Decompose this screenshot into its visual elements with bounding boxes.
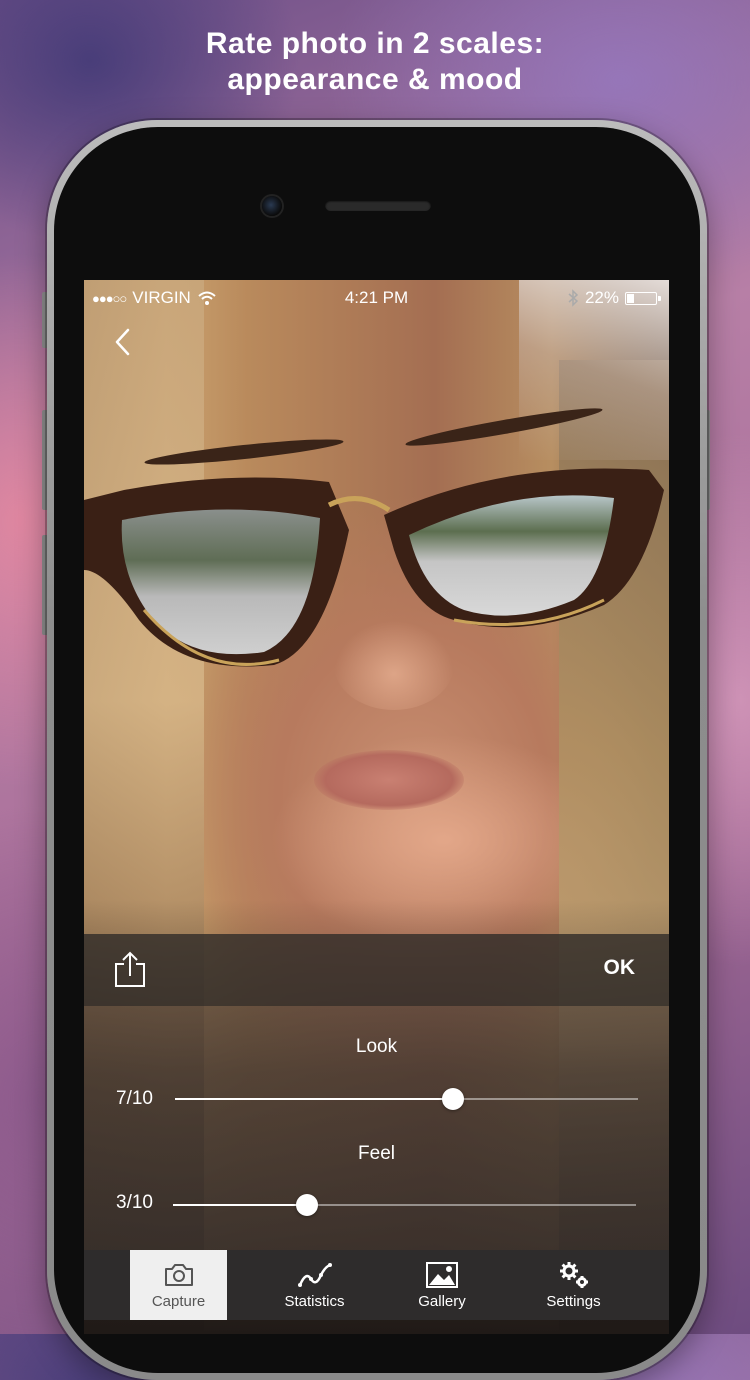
headline-line-1: Rate photo in 2 scales: (205, 27, 545, 60)
tab-capture-label: Capture (151, 1293, 206, 1310)
ok-button[interactable]: OK (604, 956, 636, 980)
chevron-left-icon (115, 328, 130, 356)
back-button[interactable] (108, 324, 138, 360)
photo-action-bar: OK (84, 934, 669, 1006)
share-icon (115, 951, 145, 987)
front-camera (262, 196, 282, 216)
promo-headline: Rate photo in 2 scales: appearance & moo… (0, 26, 750, 98)
earpiece-speaker (325, 200, 431, 211)
look-slider-fill (175, 1098, 453, 1100)
feel-slider-thumb[interactable] (296, 1194, 319, 1216)
look-scale-value: 7/10 (116, 1088, 153, 1109)
sunglasses (84, 468, 664, 667)
tab-settings[interactable]: Settings (482, 1250, 665, 1320)
tab-statistics-label: Statistics (284, 1293, 345, 1310)
bluetooth-icon (568, 289, 579, 307)
feel-scale-title: Feel (358, 1143, 395, 1164)
battery-percent: 22% (584, 288, 619, 307)
feel-slider[interactable] (173, 1194, 636, 1216)
battery-icon (625, 291, 661, 305)
status-bar: ●●●○○ VIRGIN 4:21 PM 22% (84, 280, 669, 316)
tab-settings-label: Settings (546, 1293, 601, 1310)
look-scale-title: Look (355, 1036, 398, 1057)
feel-slider-fill (173, 1204, 308, 1206)
image-icon (426, 1262, 458, 1288)
battery-level (627, 293, 634, 303)
share-button[interactable] (112, 950, 148, 990)
tab-statistics[interactable]: Statistics (227, 1250, 402, 1320)
gears-icon (559, 1262, 588, 1288)
look-slider[interactable] (175, 1088, 638, 1110)
tab-gallery[interactable]: Gallery (402, 1250, 482, 1320)
tab-capture[interactable]: Capture (130, 1250, 227, 1320)
app-screen: ●●●○○ VIRGIN 4:21 PM 22% OK Look 7/10 Fe… (84, 280, 669, 1334)
tab-bar: Capture Statistics Gallery Settings (84, 1250, 669, 1320)
rating-panel: Look 7/10 Feel 3/10 (84, 1006, 669, 1250)
camera-icon (164, 1264, 193, 1286)
feel-scale-value: 3/10 (116, 1192, 153, 1213)
look-slider-thumb[interactable] (441, 1088, 464, 1110)
tab-gallery-label: Gallery (418, 1293, 466, 1310)
headline-line-2: appearance & mood (227, 63, 523, 96)
line-chart-icon (297, 1263, 332, 1287)
